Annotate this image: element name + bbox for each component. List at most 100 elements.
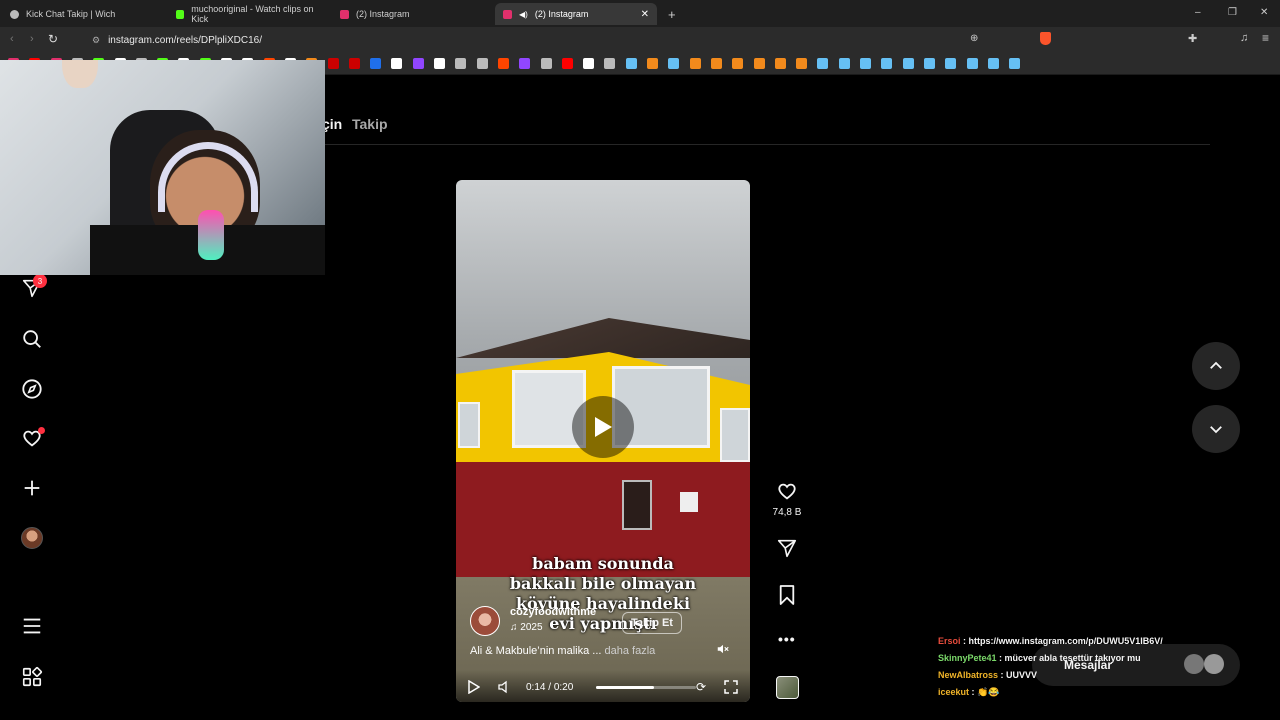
bookmark-favicon-icon[interactable] xyxy=(902,58,914,69)
sidebar-item-profile[interactable] xyxy=(20,526,44,550)
messages-popup[interactable]: Mesajlar xyxy=(1032,644,1240,686)
bookmark-favicon-icon[interactable] xyxy=(348,58,360,69)
more-options-button[interactable]: ••• xyxy=(778,631,796,647)
globe-icon xyxy=(10,9,19,19)
bookmark-favicon-icon[interactable] xyxy=(689,58,701,69)
close-tab-icon[interactable]: ✕ xyxy=(641,9,649,20)
minimize-button[interactable]: – xyxy=(1195,7,1201,18)
reel-overlay-text: babam sonunda bakkalı bile olmayan köyün… xyxy=(456,554,750,634)
chat-message: SkinnyPete41 : mücver abla tesettür takı… xyxy=(938,653,1141,663)
new-tab-button[interactable]: + xyxy=(660,3,684,25)
browser-tab-instagram-1[interactable]: (2) Instagram xyxy=(332,3,494,25)
hamburger-menu-icon xyxy=(23,618,41,634)
bookmark-favicon-icon[interactable] xyxy=(732,58,744,69)
play-overlay-button[interactable] xyxy=(572,396,634,458)
bookmark-favicon-icon[interactable] xyxy=(647,58,658,69)
bookmark-favicon-icon[interactable] xyxy=(625,58,637,69)
bookmark-favicon-icon[interactable] xyxy=(519,58,531,69)
bookmark-favicon-icon[interactable] xyxy=(668,58,680,69)
browser-tab-instagram-active[interactable]: ◀) (2) Instagram ✕ xyxy=(495,3,657,25)
author-avatar[interactable] xyxy=(470,606,500,636)
bookmark-favicon-icon[interactable] xyxy=(838,58,850,69)
plus-icon xyxy=(24,480,40,496)
bookmark-favicon-icon[interactable] xyxy=(1009,58,1021,69)
bookmark-favicon-icon[interactable] xyxy=(774,58,786,69)
menu-icon[interactable]: ≡ xyxy=(1262,31,1269,45)
zoom-icon[interactable]: ⊕ xyxy=(970,33,978,44)
tab-foryou-partial[interactable]: çin xyxy=(322,116,342,132)
overlay-line: bakkalı bile olmayan xyxy=(509,574,697,593)
mute-button[interactable] xyxy=(716,642,730,661)
sidebar-item-messages[interactable]: 3 xyxy=(20,274,47,300)
play-button[interactable] xyxy=(468,679,481,699)
sidebar-item-more[interactable] xyxy=(20,614,44,638)
bookmark-favicon-icon[interactable] xyxy=(966,58,978,69)
compass-icon xyxy=(22,379,42,399)
bookmark-favicon-icon[interactable] xyxy=(945,58,957,69)
media-icon[interactable]: ♫ xyxy=(1240,32,1248,44)
bookmark-favicon-icon[interactable] xyxy=(497,58,509,69)
follow-button[interactable]: Takip Et xyxy=(622,612,682,634)
bookmark-favicon-icon[interactable] xyxy=(412,58,424,69)
address-field[interactable]: ⚙ instagram.com/reels/DPlpliXDC16/ xyxy=(92,31,1192,49)
bookmark-favicon-icon[interactable] xyxy=(881,58,893,69)
audio-info[interactable]: ♫ 2025 xyxy=(510,622,543,633)
chat-message: iceekut : 👏😂 xyxy=(938,687,999,698)
fullscreen-button[interactable] xyxy=(724,680,738,699)
bookmark-favicon-icon[interactable] xyxy=(604,58,616,69)
bookmark-favicon-icon[interactable] xyxy=(327,58,339,69)
chat-message: NewAlbatross : UUVVV xyxy=(938,670,1037,680)
bookmark-favicon-icon[interactable] xyxy=(391,58,403,69)
bookmark-favicon-icon[interactable] xyxy=(796,58,808,69)
caption-more-link[interactable]: daha fazla xyxy=(605,645,656,657)
bookmark-favicon-icon[interactable] xyxy=(540,58,552,69)
reload-icon[interactable]: ↻ xyxy=(48,32,58,46)
browser-tab-bar: Kick Chat Takip | Wich muchooriginal - W… xyxy=(0,0,1280,27)
next-reel-button[interactable] xyxy=(1192,405,1240,453)
like-button[interactable] xyxy=(775,480,799,507)
tab-following[interactable]: Takip xyxy=(352,116,388,132)
share-button[interactable] xyxy=(776,537,798,564)
url-text: instagram.com/reels/DPlpliXDC16/ xyxy=(108,34,263,46)
site-info-icon[interactable]: ⚙ xyxy=(92,35,100,46)
bookmark-favicon-icon[interactable] xyxy=(561,58,573,69)
speaker-icon xyxy=(498,680,507,694)
previous-reel-button[interactable] xyxy=(1192,342,1240,390)
bookmark-favicon-icon[interactable] xyxy=(434,58,445,69)
bookmark-favicon-icon[interactable] xyxy=(476,58,488,69)
bookmark-favicon-icon[interactable] xyxy=(455,58,467,69)
bookmark-favicon-icon[interactable] xyxy=(753,58,765,69)
bookmark-favicon-icon[interactable] xyxy=(583,58,595,69)
play-icon xyxy=(468,679,481,695)
sidebar-item-create[interactable] xyxy=(20,476,44,500)
back-icon[interactable]: ‹ xyxy=(10,33,14,45)
bookmark-favicon-icon[interactable] xyxy=(923,58,935,69)
fullscreen-icon xyxy=(724,680,738,694)
save-button[interactable] xyxy=(778,584,796,611)
bookmark-favicon-icon[interactable] xyxy=(370,58,382,69)
overlay-line: köyüne hayalindeki xyxy=(515,594,691,613)
bookmark-favicon-icon[interactable] xyxy=(710,58,722,69)
sidebar-item-also-from-meta[interactable] xyxy=(20,665,44,689)
author-username[interactable]: cozyfoodwithme xyxy=(510,606,596,618)
replay-button[interactable]: ⟳ xyxy=(696,680,706,694)
sidebar-item-notifications[interactable] xyxy=(20,426,45,450)
brave-shield-icon[interactable] xyxy=(1040,32,1051,45)
restore-button[interactable]: ❐ xyxy=(1228,7,1237,18)
sidebar-item-search[interactable] xyxy=(20,327,44,351)
tab-title: Kick Chat Takip | Wich xyxy=(26,9,116,19)
reel-video[interactable]: babam sonunda bakkalı bile olmayan köyün… xyxy=(456,180,750,702)
browser-tab-kick-chat[interactable]: Kick Chat Takip | Wich xyxy=(2,3,162,25)
extensions-icon[interactable]: ✚ xyxy=(1188,32,1197,45)
volume-button[interactable] xyxy=(498,680,510,699)
forward-icon[interactable]: › xyxy=(30,33,34,45)
bookmark-favicon-icon[interactable] xyxy=(860,58,871,69)
browser-tab-kick-clips[interactable]: muchooriginal - Watch clips on Kick xyxy=(168,3,330,25)
bookmark-favicon-icon[interactable] xyxy=(817,58,829,69)
close-window-button[interactable]: ✕ xyxy=(1260,7,1268,18)
tab-title: muchooriginal - Watch clips on Kick xyxy=(191,4,314,24)
bookmark-favicon-icon[interactable] xyxy=(987,58,999,69)
progress-track[interactable] xyxy=(596,686,696,689)
sidebar-item-explore[interactable] xyxy=(20,377,44,401)
audio-thumbnail[interactable] xyxy=(776,676,799,699)
